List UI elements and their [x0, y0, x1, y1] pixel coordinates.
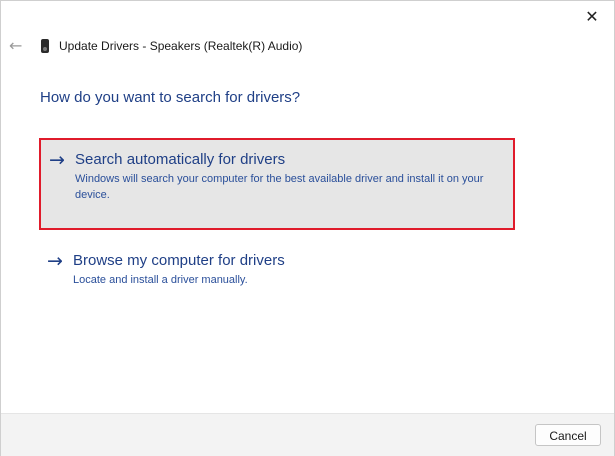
cancel-button[interactable]: Cancel — [535, 424, 601, 446]
update-drivers-dialog: ✕ ← Update Drivers - Speakers (Realtek(R… — [0, 0, 615, 456]
option-title: Browse my computer for drivers — [73, 252, 285, 269]
page-heading: How do you want to search for drivers? — [40, 89, 301, 106]
right-arrow-icon: → — [47, 250, 63, 272]
speaker-device-icon — [41, 39, 49, 53]
search-automatically-option[interactable]: → Search automatically for drivers Windo… — [39, 138, 515, 230]
dialog-footer: Cancel — [1, 413, 614, 456]
option-description: Windows will search your computer for th… — [75, 173, 484, 201]
window-title: Update Drivers - Speakers (Realtek(R) Au… — [59, 39, 303, 53]
option-title: Search automatically for drivers — [75, 151, 286, 168]
option-description: Locate and install a driver manually. — [73, 274, 248, 286]
close-icon[interactable]: ✕ — [580, 7, 604, 27]
back-arrow-icon[interactable]: ← — [9, 38, 25, 54]
browse-computer-option[interactable]: → Browse my computer for drivers Locate … — [39, 248, 515, 298]
right-arrow-icon: → — [49, 149, 65, 171]
